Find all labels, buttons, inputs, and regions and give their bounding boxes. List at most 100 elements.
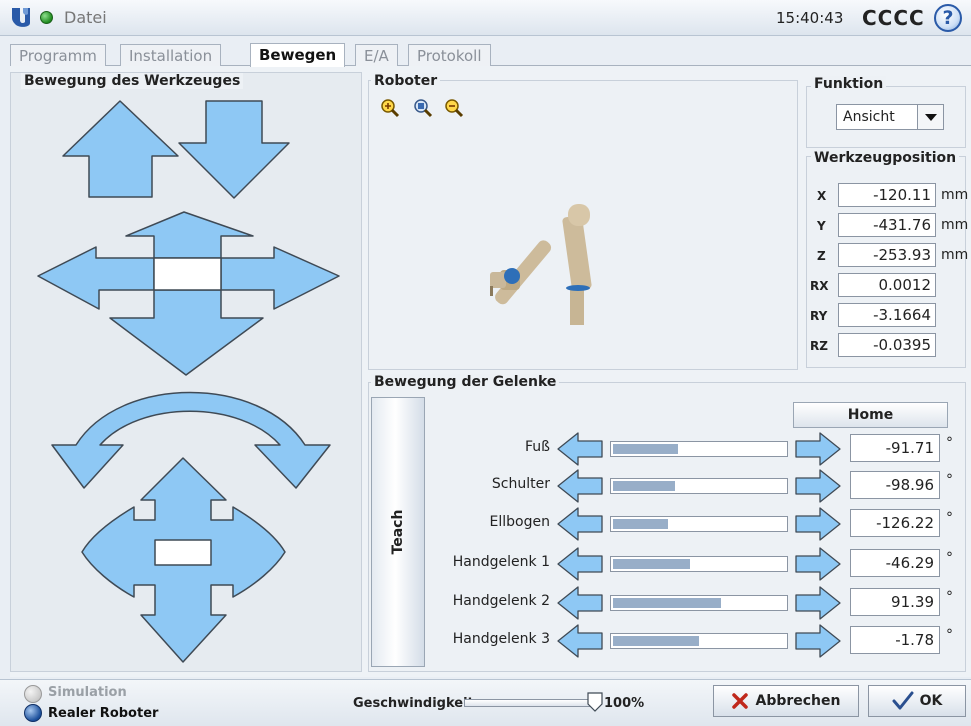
function-selected-value: Ansicht xyxy=(843,109,895,125)
zoom-reset-icon[interactable] xyxy=(413,98,433,118)
ok-button[interactable]: OK xyxy=(868,685,966,717)
joint-name: Ellbogen xyxy=(489,514,550,530)
joint-increase-arrow-icon[interactable] xyxy=(794,468,842,504)
joint-increase-arrow-icon[interactable] xyxy=(794,431,842,467)
chevron-down-icon[interactable] xyxy=(917,105,943,129)
joint-increase-arrow-icon[interactable] xyxy=(794,506,842,542)
x-icon xyxy=(732,693,749,709)
joint-row: Fuß -91.71 ° xyxy=(430,431,970,467)
simulation-label: Simulation xyxy=(48,685,127,700)
joint-position-bar xyxy=(610,595,788,611)
joint-increase-arrow-icon[interactable] xyxy=(794,546,842,582)
pos-ry-field[interactable]: -3.1664 xyxy=(838,303,936,327)
joint-decrease-arrow-icon[interactable] xyxy=(556,546,604,582)
joint-row: Schulter -98.96 ° xyxy=(430,468,970,504)
function-dropdown[interactable]: Ansicht xyxy=(836,104,944,130)
robot-arm-model xyxy=(490,204,592,325)
joint-decrease-arrow-icon[interactable] xyxy=(556,585,604,621)
pos-z-unit: mm xyxy=(941,247,969,263)
tab-bewegen[interactable]: Bewegen xyxy=(250,43,346,67)
home-button[interactable]: Home xyxy=(793,402,948,428)
degree-unit: ° xyxy=(946,550,953,566)
joint-row: Ellbogen -126.22 ° xyxy=(430,506,970,542)
pos-z-field[interactable]: -253.93 xyxy=(838,243,936,267)
teach-button-label: Teach xyxy=(390,509,406,555)
move-away-arrow[interactable] xyxy=(125,211,254,259)
joint-decrease-arrow-icon[interactable] xyxy=(556,506,604,542)
joint-position-bar xyxy=(610,441,788,457)
teach-button[interactable]: Teach xyxy=(371,397,425,667)
pos-x-field[interactable]: -120.11 xyxy=(838,183,936,207)
ok-button-label: OK xyxy=(919,693,943,709)
cancel-button[interactable]: Abbrechen xyxy=(713,685,859,717)
joint-angle-field[interactable]: -126.22 xyxy=(850,509,940,537)
joint-movement-title: Bewegung der Gelenke xyxy=(371,374,560,390)
function-title: Funktion xyxy=(811,76,887,92)
pos-rx-label: RX xyxy=(810,279,829,293)
joint-name: Fuß xyxy=(525,439,550,455)
joint-position-fill xyxy=(613,519,668,529)
tab-protokoll[interactable]: Protokoll xyxy=(408,44,491,66)
joint-row: Handgelenk 2 91.39 ° xyxy=(430,585,970,621)
joint-position-bar xyxy=(610,478,788,494)
joint-decrease-arrow-icon[interactable] xyxy=(556,431,604,467)
joint-name: Handgelenk 1 xyxy=(452,554,550,570)
tool-position-title: Werkzeugposition xyxy=(811,150,960,166)
degree-unit: ° xyxy=(946,435,953,451)
joint-increase-arrow-icon[interactable] xyxy=(794,585,842,621)
joint-position-fill xyxy=(613,444,678,454)
speed-value: 100% xyxy=(604,696,645,711)
real-robot-label: Realer Roboter xyxy=(48,706,159,721)
pos-z-label: Z xyxy=(817,249,826,263)
move-up-arrow[interactable] xyxy=(62,100,179,198)
joint-decrease-arrow-icon[interactable] xyxy=(556,623,604,659)
pos-y-label: Y xyxy=(817,219,826,233)
pos-y-unit: mm xyxy=(941,217,969,233)
clock: 15:40:43 xyxy=(776,9,844,27)
joint-row: Handgelenk 1 -46.29 ° xyxy=(430,546,970,582)
move-right-arrow[interactable] xyxy=(220,246,340,310)
joint-angle-field[interactable]: -98.96 xyxy=(850,471,940,499)
move-left-arrow[interactable] xyxy=(37,246,155,310)
joint-position-bar xyxy=(610,633,788,649)
joint-angle-field[interactable]: -46.29 xyxy=(850,549,940,577)
degree-unit: ° xyxy=(946,589,953,605)
pos-rz-label: RZ xyxy=(810,339,828,353)
joint-position-fill xyxy=(613,636,699,646)
zoom-in-icon[interactable] xyxy=(380,98,400,118)
joint-position-fill xyxy=(613,598,721,608)
pos-x-label: X xyxy=(817,189,827,203)
help-icon[interactable]: ? xyxy=(934,4,962,32)
speed-slider-thumb[interactable] xyxy=(587,692,603,712)
joint-increase-arrow-icon[interactable] xyxy=(794,623,842,659)
robot-panel-title: Roboter xyxy=(371,73,441,89)
move-down-arrow[interactable] xyxy=(178,100,290,199)
pos-ry-label: RY xyxy=(810,309,828,323)
checkmark-icon xyxy=(892,691,914,710)
joint-position-fill xyxy=(613,559,690,569)
pos-rz-field[interactable]: -0.0395 xyxy=(838,333,936,357)
joint-row: Handgelenk 3 -1.78 ° xyxy=(430,623,970,659)
joint-name: Schulter xyxy=(491,476,550,492)
simulation-radio[interactable] xyxy=(24,685,42,703)
joint-angle-field[interactable]: -1.78 xyxy=(850,626,940,654)
tool-arrows xyxy=(37,100,340,663)
speed-slider[interactable] xyxy=(464,699,597,707)
cancel-button-label: Abbrechen xyxy=(755,693,841,709)
speed-label: Geschwindigkeit xyxy=(353,696,474,711)
joint-angle-field[interactable]: 91.39 xyxy=(850,588,940,616)
degree-unit: ° xyxy=(946,627,953,643)
joint-position-bar xyxy=(610,516,788,532)
joint-angle-field[interactable]: -91.71 xyxy=(850,434,940,462)
pos-rx-field[interactable]: 0.0012 xyxy=(838,273,936,297)
joint-name: Handgelenk 2 xyxy=(452,593,550,609)
real-robot-radio[interactable] xyxy=(24,704,42,722)
degree-unit: ° xyxy=(946,472,953,488)
zoom-out-icon[interactable] xyxy=(444,98,464,118)
pos-y-field[interactable]: -431.76 xyxy=(838,213,936,237)
joint-position-fill xyxy=(613,481,675,491)
joint-position-bar xyxy=(610,556,788,572)
joint-decrease-arrow-icon[interactable] xyxy=(556,468,604,504)
move-toward-arrow[interactable] xyxy=(109,289,264,376)
pos-x-unit: mm xyxy=(941,187,969,203)
